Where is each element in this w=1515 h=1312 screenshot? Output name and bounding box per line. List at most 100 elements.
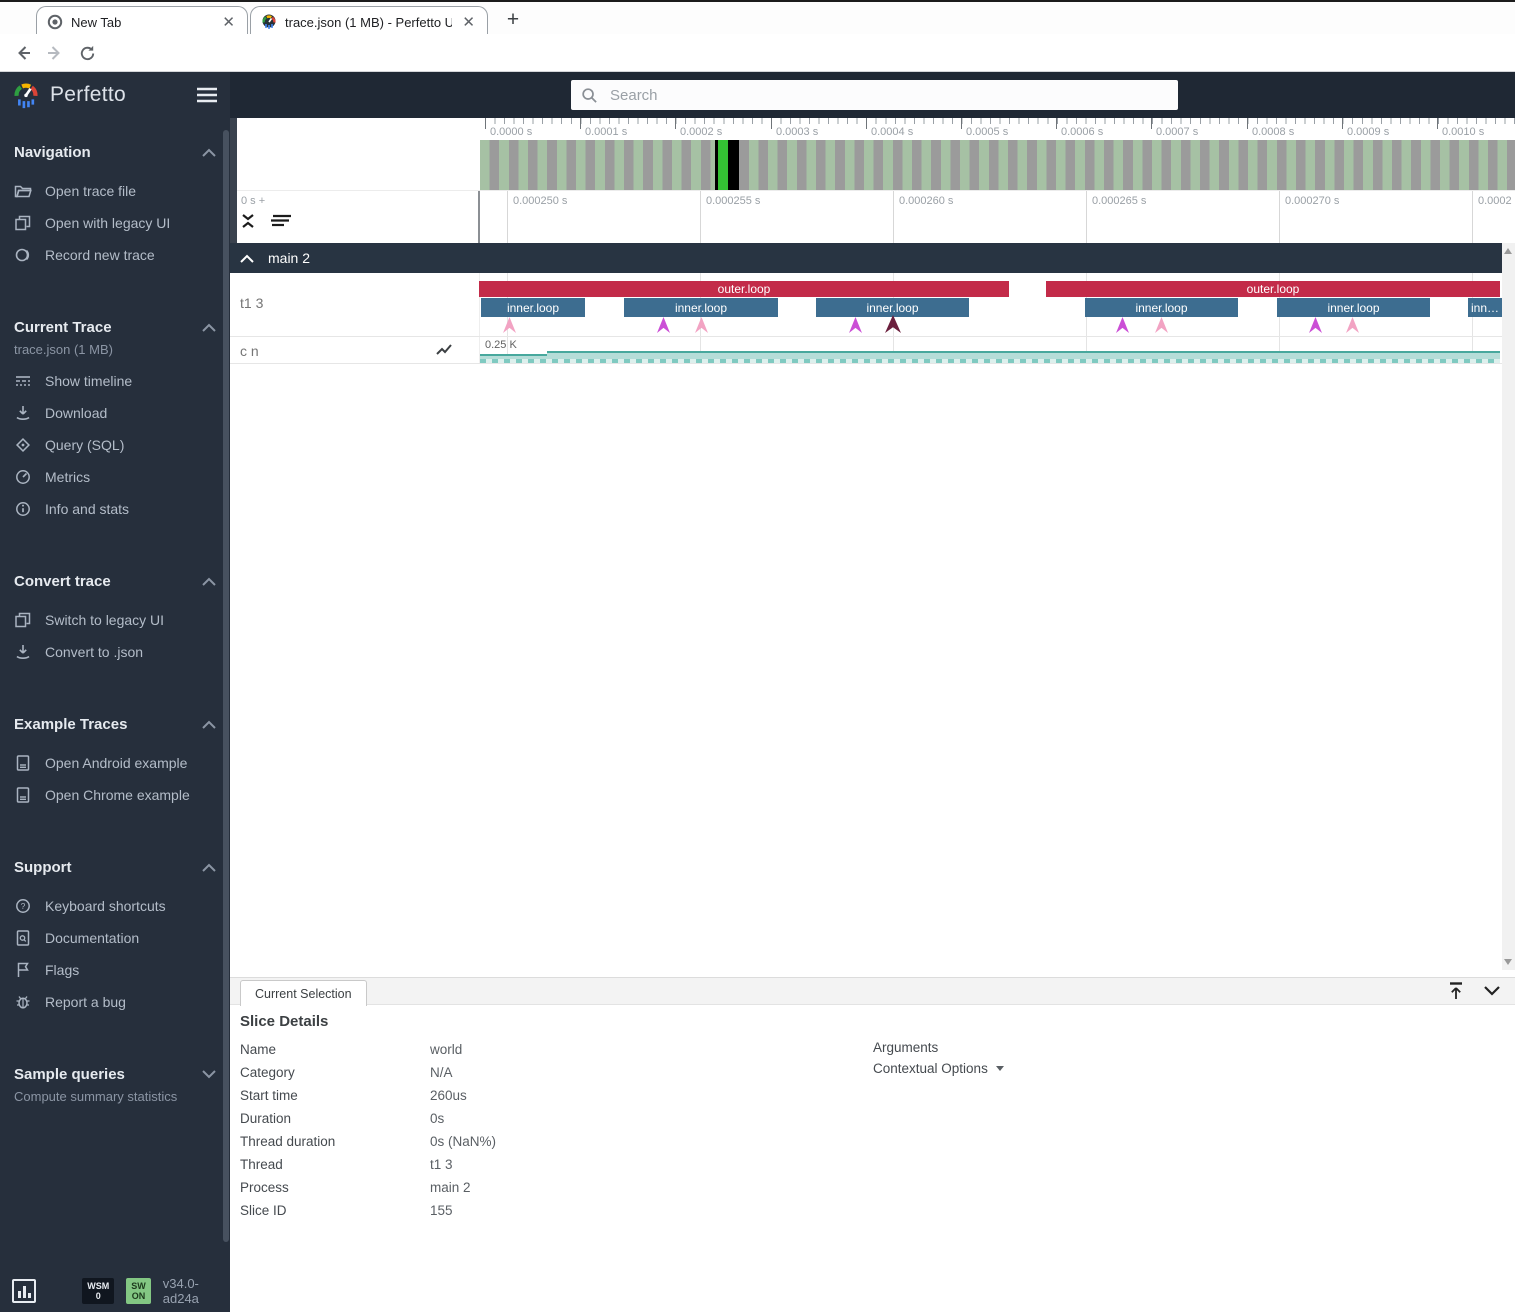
tick-line [700, 191, 701, 244]
process-group-header[interactable]: main 2 [230, 243, 1502, 273]
section-title: Current Trace [14, 319, 112, 336]
legacy-window-icon [14, 611, 32, 629]
sidebar-item-download[interactable]: Download [14, 397, 216, 429]
chevron-up-icon[interactable] [202, 577, 216, 586]
instant-marker-pink[interactable] [503, 317, 516, 333]
tab-close-icon[interactable]: ✕ [460, 15, 477, 30]
forward-button[interactable] [42, 40, 68, 66]
browser-tab-perfetto[interactable]: trace.json (1 MB) - Perfetto UI ✕ [250, 6, 488, 37]
sidebar-item-report-a-bug[interactable]: Report a bug [14, 986, 216, 1018]
sidebar-scrollbar[interactable] [223, 130, 229, 1242]
slice-label: inner.loop [507, 301, 559, 315]
tick [1151, 118, 1152, 129]
detail-time-ruler[interactable]: 0 s + 0.000250 s 0.000255 s 0.000260 s 0… [237, 190, 1515, 243]
sidebar-item-switch-legacy-ui[interactable]: Switch to legacy UI [14, 604, 216, 636]
viewport-start-line [478, 191, 480, 244]
collapse-tracks-icon[interactable] [241, 213, 255, 229]
sidebar-item-show-timeline[interactable]: Show timeline [14, 365, 216, 397]
slice-inner-loop[interactable]: inner.loop [1277, 298, 1430, 317]
sidebar-item-label: Metrics [45, 469, 90, 485]
chevron-up-icon[interactable] [202, 323, 216, 332]
minimap-viewport-selection[interactable] [715, 140, 739, 190]
tab-close-icon[interactable]: ✕ [220, 15, 237, 30]
instant-marker-magenta[interactable] [849, 317, 862, 333]
slice-inner-loop[interactable]: inner.loop [816, 298, 969, 317]
sidebar-item-label: Record new trace [45, 247, 155, 263]
sidebar-item-documentation[interactable]: Documentation [14, 922, 216, 954]
sidebar-item-label: Report a bug [45, 994, 126, 1010]
sidebar-item-query-sql[interactable]: Query (SQL) [14, 429, 216, 461]
detail-row-value: 260us [430, 1088, 496, 1103]
metrics-gauge-icon [14, 468, 32, 486]
slice-outer-loop[interactable]: outer.loop [1046, 281, 1500, 297]
track-scrollbar[interactable] [1502, 243, 1515, 970]
detail-tick-label: 0.000265 s [1092, 195, 1146, 207]
scroll-down-arrow[interactable] [1504, 959, 1512, 965]
document-icon [14, 786, 32, 804]
slice-inner-loop[interactable]: inner.loop [481, 298, 585, 317]
sidebar-item-open-legacy-ui[interactable]: Open with legacy UI [14, 207, 216, 239]
slice-inner-loop-clipped[interactable]: inner.loop [1468, 298, 1502, 317]
instant-marker-magenta[interactable] [657, 317, 670, 333]
detail-tick-label: 0.000255 s [706, 195, 760, 207]
scroll-up-arrow[interactable] [1504, 248, 1512, 254]
service-worker-badge: SW ON [126, 1278, 151, 1304]
overview-time-ruler[interactable]: 0.0000 s 0.0001 s 0.0002 s 0.0003 s 0.00… [237, 118, 1515, 140]
search-box[interactable] [571, 80, 1178, 110]
instant-marker-magenta[interactable] [1309, 317, 1322, 333]
perf-stats-icon[interactable] [12, 1279, 36, 1303]
collapse-panel-icon[interactable] [1483, 981, 1501, 1001]
sidebar-item-label: Switch to legacy UI [45, 612, 164, 628]
sidebar-item-open-chrome-example[interactable]: Open Chrome example [14, 779, 216, 811]
chevron-up-icon[interactable] [202, 863, 216, 872]
contextual-options-dropdown[interactable]: Contextual Options [873, 1061, 1004, 1076]
search-input[interactable] [610, 87, 1168, 104]
sidebar-item-metrics[interactable]: Metrics [14, 461, 216, 493]
instant-marker-magenta[interactable] [1116, 317, 1129, 333]
instant-marker-pink[interactable] [695, 317, 708, 333]
sidebar-item-label: Flags [45, 962, 79, 978]
tab-current-selection[interactable]: Current Selection [240, 980, 367, 1006]
reload-button[interactable] [74, 40, 100, 66]
sidebar-item-info-and-stats[interactable]: Info and stats [14, 493, 216, 525]
details-panel-header: Current Selection [230, 977, 1515, 1005]
detail-row-label: Slice ID [240, 1203, 430, 1218]
slice-label: outer.loop [1247, 282, 1300, 296]
tick [580, 118, 581, 129]
sidebar-item-open-trace-file[interactable]: Open trace file [14, 175, 216, 207]
browser-tab-newtab[interactable]: New Tab ✕ [36, 6, 248, 37]
sidebar-item-open-android-example[interactable]: Open Android example [14, 747, 216, 779]
detail-row-label: Process [240, 1180, 430, 1195]
tab-title: trace.json (1 MB) - Perfetto UI [285, 15, 452, 30]
sidebar-section-sample-queries: Sample queries Compute summary statistic… [0, 1066, 230, 1104]
download-icon [14, 643, 32, 661]
hamburger-menu-icon[interactable] [196, 86, 218, 104]
detail-tick-label: 0.000250 s [513, 195, 567, 207]
sidebar-item-flags[interactable]: Flags [14, 954, 216, 986]
chevron-up-icon[interactable] [240, 254, 254, 263]
new-tab-button[interactable]: + [498, 6, 528, 34]
trace-minimap[interactable] [237, 140, 1515, 190]
slice-inner-loop[interactable]: inner.loop [624, 298, 778, 317]
sidebar-item-label: Documentation [45, 930, 139, 946]
back-button[interactable] [10, 40, 36, 66]
slice-outer-loop[interactable]: outer.loop [479, 281, 1009, 297]
sidebar-item-convert-to-json[interactable]: Convert to .json [14, 636, 216, 668]
time-origin-label: 0 s + [241, 195, 265, 207]
document-icon [14, 754, 32, 772]
instant-marker-pink[interactable] [1346, 317, 1359, 333]
tab-title: New Tab [71, 15, 212, 30]
sidebar-item-keyboard-shortcuts[interactable]: ? Keyboard shortcuts [14, 890, 216, 922]
sidebar-footer: WSM 0 SW ON v34.0-ad24a [12, 1276, 220, 1306]
track-filter-icon[interactable] [269, 213, 293, 227]
sidebar-item-record-new-trace[interactable]: Record new trace [14, 239, 216, 271]
overview-tick-label: 0.0010 s [1442, 126, 1484, 138]
chevron-up-icon[interactable] [202, 720, 216, 729]
instant-marker-pink[interactable] [1155, 317, 1168, 333]
chevron-up-icon[interactable] [202, 148, 216, 157]
tick-line [507, 191, 508, 244]
sidebar-item-label: Query (SQL) [45, 437, 124, 453]
chevron-down-icon[interactable] [202, 1070, 216, 1079]
expand-panel-top-icon[interactable] [1447, 981, 1465, 1001]
slice-inner-loop[interactable]: inner.loop [1085, 298, 1238, 317]
